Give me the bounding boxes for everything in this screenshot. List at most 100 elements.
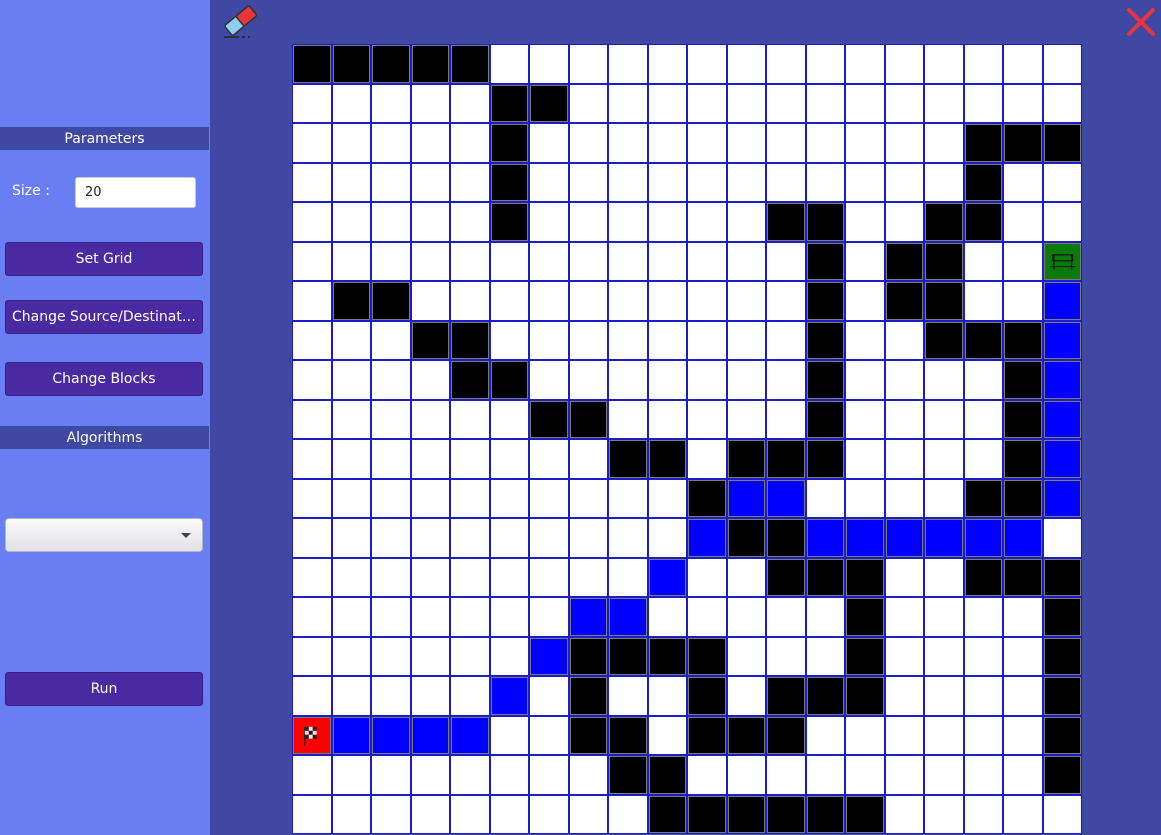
grid-cell-block[interactable] <box>767 716 805 754</box>
grid-cell-empty[interactable] <box>885 400 923 438</box>
grid-cell-empty[interactable] <box>727 400 765 438</box>
grid-cell-empty[interactable] <box>1043 795 1081 833</box>
grid-cell-empty[interactable] <box>1043 84 1081 122</box>
grid-cell-empty[interactable] <box>727 282 765 320</box>
close-icon[interactable] <box>1124 5 1158 39</box>
grid-cell-destination[interactable] <box>1043 242 1081 280</box>
grid-cell-empty[interactable] <box>569 242 607 280</box>
grid-cell-empty[interactable] <box>648 45 686 83</box>
grid-cell-empty[interactable] <box>767 361 805 399</box>
grid-cell-empty[interactable] <box>451 124 489 162</box>
grid-cell-path[interactable] <box>1043 479 1081 517</box>
grid-cell-empty[interactable] <box>411 282 449 320</box>
grid-cell-empty[interactable] <box>885 163 923 201</box>
grid-cell-empty[interactable] <box>293 519 331 557</box>
grid-cell-empty[interactable] <box>688 756 726 794</box>
grid-cell-block[interactable] <box>964 479 1002 517</box>
grid-cell-empty[interactable] <box>885 558 923 596</box>
grid-cell-empty[interactable] <box>569 519 607 557</box>
grid-cell-empty[interactable] <box>451 598 489 636</box>
grid-cell-block[interactable] <box>411 45 449 83</box>
grid-cell-block[interactable] <box>846 677 884 715</box>
grid-cell-empty[interactable] <box>846 45 884 83</box>
grid-cell-empty[interactable] <box>332 795 370 833</box>
grid-cell-empty[interactable] <box>609 479 647 517</box>
grid-cell-empty[interactable] <box>609 84 647 122</box>
grid-cell-empty[interactable] <box>332 203 370 241</box>
grid-cell-empty[interactable] <box>846 716 884 754</box>
grid-cell-empty[interactable] <box>530 677 568 715</box>
grid-cell-empty[interactable] <box>372 361 410 399</box>
grid-cell-block[interactable] <box>806 677 844 715</box>
grid-cell-empty[interactable] <box>648 163 686 201</box>
grid-cell-path[interactable] <box>1043 400 1081 438</box>
grid-cell-empty[interactable] <box>490 637 528 675</box>
grid-cell-empty[interactable] <box>490 598 528 636</box>
grid-cell-empty[interactable] <box>332 440 370 478</box>
grid-cell-block[interactable] <box>1043 598 1081 636</box>
grid-cell-empty[interactable] <box>332 84 370 122</box>
grid-cell-empty[interactable] <box>293 558 331 596</box>
grid-cell-empty[interactable] <box>293 400 331 438</box>
grid-cell-empty[interactable] <box>767 598 805 636</box>
grid-cell-empty[interactable] <box>648 242 686 280</box>
grid-cell-empty[interactable] <box>1004 242 1042 280</box>
grid-cell-empty[interactable] <box>293 440 331 478</box>
grid-cell-block[interactable] <box>767 519 805 557</box>
grid-cell-empty[interactable] <box>925 795 963 833</box>
grid-cell-empty[interactable] <box>530 163 568 201</box>
grid-cell-block[interactable] <box>806 282 844 320</box>
grid-cell-empty[interactable] <box>925 756 963 794</box>
grid-cell-empty[interactable] <box>885 84 923 122</box>
grid-cell-path[interactable] <box>609 598 647 636</box>
grid-cell-path[interactable] <box>925 519 963 557</box>
grid-cell-empty[interactable] <box>964 84 1002 122</box>
grid-cell-empty[interactable] <box>727 321 765 359</box>
grid-cell-empty[interactable] <box>885 321 923 359</box>
grid-cell-block[interactable] <box>767 440 805 478</box>
grid-cell-empty[interactable] <box>411 242 449 280</box>
grid-cell-empty[interactable] <box>451 400 489 438</box>
grid-cell-empty[interactable] <box>1004 282 1042 320</box>
grid-cell-block[interactable] <box>767 795 805 833</box>
grid-cell-empty[interactable] <box>846 479 884 517</box>
grid-cell-block[interactable] <box>490 124 528 162</box>
grid-cell-block[interactable] <box>569 716 607 754</box>
grid-cell-path[interactable] <box>727 479 765 517</box>
grid-cell-block[interactable] <box>964 558 1002 596</box>
grid-cell-empty[interactable] <box>648 84 686 122</box>
grid-cell-path[interactable] <box>648 558 686 596</box>
grid-cell-empty[interactable] <box>530 440 568 478</box>
grid-cell-empty[interactable] <box>569 440 607 478</box>
grid-cell-empty[interactable] <box>727 124 765 162</box>
grid-cell-path[interactable] <box>964 519 1002 557</box>
grid-cell-empty[interactable] <box>411 203 449 241</box>
grid-board[interactable] <box>292 44 1082 834</box>
grid-cell-empty[interactable] <box>332 637 370 675</box>
grid-cell-empty[interactable] <box>293 795 331 833</box>
grid-cell-empty[interactable] <box>451 677 489 715</box>
grid-cell-path[interactable] <box>688 519 726 557</box>
grid-cell-block[interactable] <box>372 45 410 83</box>
grid-cell-empty[interactable] <box>767 242 805 280</box>
grid-cell-empty[interactable] <box>885 598 923 636</box>
grid-cell-empty[interactable] <box>767 400 805 438</box>
eraser-icon[interactable] <box>221 2 261 40</box>
grid-cell-empty[interactable] <box>1004 677 1042 715</box>
grid-cell-block[interactable] <box>806 203 844 241</box>
grid-cell-empty[interactable] <box>767 45 805 83</box>
grid-cell-empty[interactable] <box>648 282 686 320</box>
grid-cell-block[interactable] <box>1043 677 1081 715</box>
grid-cell-empty[interactable] <box>569 321 607 359</box>
grid-cell-empty[interactable] <box>490 756 528 794</box>
grid-cell-block[interactable] <box>767 558 805 596</box>
grid-cell-empty[interactable] <box>411 519 449 557</box>
grid-cell-empty[interactable] <box>846 361 884 399</box>
grid-cell-empty[interactable] <box>372 519 410 557</box>
grid-cell-block[interactable] <box>490 203 528 241</box>
grid-cell-empty[interactable] <box>688 163 726 201</box>
grid-cell-empty[interactable] <box>648 716 686 754</box>
grid-cell-empty[interactable] <box>885 795 923 833</box>
grid-cell-empty[interactable] <box>688 440 726 478</box>
grid-cell-empty[interactable] <box>293 124 331 162</box>
